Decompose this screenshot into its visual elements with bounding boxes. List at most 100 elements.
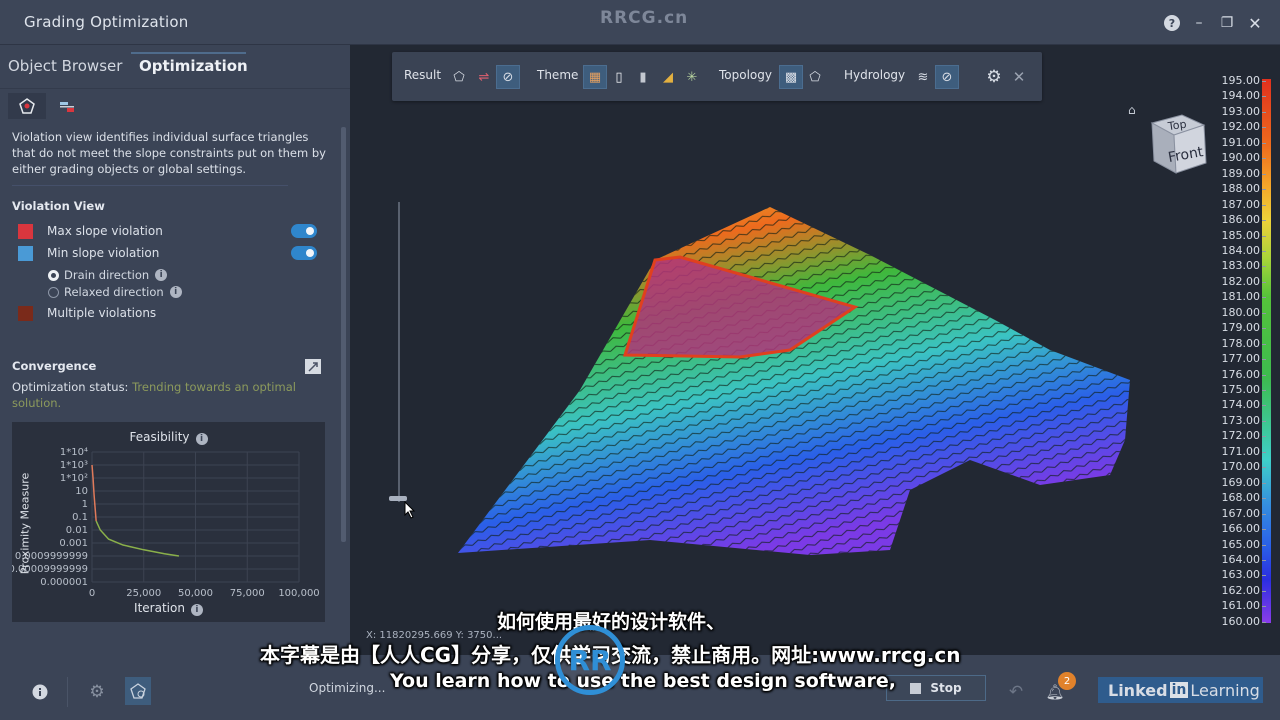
legend-tick-label: 179.00 (1208, 322, 1266, 334)
exaggeration-slider-track[interactable] (398, 202, 400, 502)
view-cube[interactable]: Top Front (1146, 111, 1208, 177)
white-theme-icon[interactable]: ▯ (607, 65, 631, 89)
info-icon[interactable]: i (190, 604, 203, 616)
restore-button[interactable]: ❐ (1218, 14, 1236, 32)
toolbar-close-icon[interactable]: ✕ (1007, 65, 1031, 89)
legend-tick-label: 186.00 (1208, 214, 1266, 226)
legend-tick-label: 177.00 (1208, 353, 1266, 365)
minimize-button[interactable]: – (1190, 14, 1208, 32)
violation-view-icon (19, 98, 35, 114)
result-none-icon[interactable]: ⊘ (496, 65, 520, 89)
series-line-feasibility-high (91, 464, 97, 521)
y-tick-label: 1 (82, 499, 88, 510)
brand-learning: Learning (1190, 680, 1260, 700)
min-slope-toggle[interactable] (291, 246, 317, 260)
min-slope-swatch (18, 245, 33, 261)
home-view-icon[interactable]: ⌂ (1128, 103, 1136, 117)
legend-tick-label: 195.00 (1208, 75, 1266, 87)
legend-tick-label: 188.00 (1208, 183, 1266, 195)
legend-tick-label: 164.00 (1208, 553, 1266, 566)
x-tick-label: 50,000 (178, 588, 213, 599)
y-tick-label: 0.001 (59, 538, 88, 549)
gray-theme-icon[interactable]: ▮ (631, 65, 655, 89)
view-cube-top[interactable]: Top (1166, 118, 1187, 134)
violation-view-button[interactable] (8, 93, 46, 119)
drain-direction-option[interactable]: Drain direction i (48, 268, 168, 282)
title-bar: Grading Optimization RRCG.cn ? – ❐ ✕ (0, 0, 1280, 45)
stop-button[interactable]: Stop (886, 675, 986, 701)
legend-tick-label: 172.00 (1208, 430, 1266, 442)
theme-label: Theme (537, 68, 579, 82)
optimize-button[interactable] (125, 677, 151, 705)
contours-icon[interactable]: ▩ (779, 65, 803, 89)
legend-tick-label: 166.00 (1208, 523, 1266, 535)
legend-tick-label: 190.00 (1208, 152, 1266, 164)
elevation-theme-icon[interactable]: ▦ (583, 65, 607, 89)
y-tick-label: 0.000001 (40, 577, 88, 588)
chart-y-label: Proximity Measure (18, 472, 32, 575)
optimize-icon (130, 683, 146, 699)
feasibility-chart: Feasibility i 0.000001 0.00009999999 0.0009… (12, 422, 325, 622)
help-button[interactable]: ? (1163, 14, 1181, 32)
info-icon[interactable]: i (155, 269, 168, 281)
legend-tick-label: 191.00 (1208, 136, 1266, 149)
tab-optimization[interactable]: Optimization (133, 57, 254, 75)
max-slope-swatch (18, 223, 33, 239)
3d-viewport[interactable]: Result ⬠ ⇌ ⊘ Theme ▦ ▯ ▮ ◢ ✳ Topology ▩ … (350, 45, 1280, 655)
slope-direction-icon (60, 102, 74, 112)
violation-icon[interactable]: ⬠ (447, 65, 471, 89)
brand-linked: Linked (1108, 680, 1168, 700)
tab-object-browser[interactable]: Object Browser (8, 57, 122, 75)
y-tick-label: 1*10⁴ (60, 447, 88, 458)
settings-gear-icon[interactable]: ⚙ (982, 65, 1006, 89)
legend-tick-label: 176.00 (1208, 368, 1266, 381)
slope-direction-button[interactable] (48, 93, 86, 119)
legend-tick-label: 194.00 (1208, 90, 1266, 102)
help-icon: ? (1164, 15, 1180, 31)
x-tick-label: 75,000 (230, 588, 265, 599)
drain-direction-radio[interactable] (48, 269, 59, 281)
app-title: Grading Optimization (24, 13, 189, 31)
series-line-feasibility-low (95, 520, 180, 557)
settings-gear-icon[interactable]: ⚙ (85, 680, 109, 704)
legend-tick-label: 192.00 (1208, 121, 1266, 133)
legend-tick-label: 170.00 (1208, 461, 1266, 473)
y-tick-label: 0.01 (66, 525, 88, 536)
relaxed-direction-radio[interactable] (48, 286, 59, 298)
legend-tick-label: 180.00 (1208, 306, 1266, 319)
slope-arrows-icon[interactable]: ⇌ (472, 65, 496, 89)
drain-direction-label: Drain direction (64, 268, 150, 282)
subtitle-line-1: 如何使用最好的设计软件、 (497, 611, 726, 633)
brand-in: in (1169, 682, 1189, 698)
expand-icon (308, 361, 318, 372)
hydrology-none-icon[interactable]: ⊘ (935, 65, 959, 89)
y-tick-label: 10 (75, 486, 88, 497)
panel-tabs: Object Browser Optimization (0, 45, 350, 89)
y-tick-label: 0.1 (72, 512, 88, 523)
chart-x-label: Iteration i (12, 601, 325, 616)
info-button[interactable] (28, 680, 52, 704)
x-tick-label: 0 (89, 588, 95, 599)
legend-tick-label: 181.00 (1208, 291, 1266, 303)
legend-tick-label: 161.00 (1208, 600, 1266, 612)
panel-scrollbar[interactable] (341, 127, 346, 542)
legend-tick-label: 168.00 (1208, 492, 1266, 504)
slope-theme-icon[interactable]: ◢ (656, 65, 680, 89)
relaxed-direction-option[interactable]: Relaxed direction i (48, 285, 182, 299)
triangles-icon[interactable]: ⬠ (803, 65, 827, 89)
sparkle-theme-icon[interactable]: ✳ (680, 65, 704, 89)
flow-icon[interactable]: ≋ (911, 65, 935, 89)
elevation-legend: 195.00 194.00 193.00 192.00 191.00 190.00 189.… (1208, 75, 1280, 627)
info-icon[interactable]: i (169, 286, 182, 298)
legend-tick-label: 169.00 (1208, 476, 1266, 489)
terrain-surface (458, 207, 1130, 555)
max-slope-toggle[interactable] (291, 224, 317, 238)
expand-chart-button[interactable] (305, 359, 321, 374)
topology-label: Topology (719, 68, 772, 82)
stop-label: Stop (930, 681, 962, 695)
close-window-button[interactable]: ✕ (1246, 14, 1264, 33)
undo-icon[interactable]: ↶ (1004, 680, 1028, 704)
legend-tick-label: 185.00 (1208, 229, 1266, 242)
active-tab-indicator (131, 52, 246, 54)
legend-tick-label: 183.00 (1208, 260, 1266, 272)
